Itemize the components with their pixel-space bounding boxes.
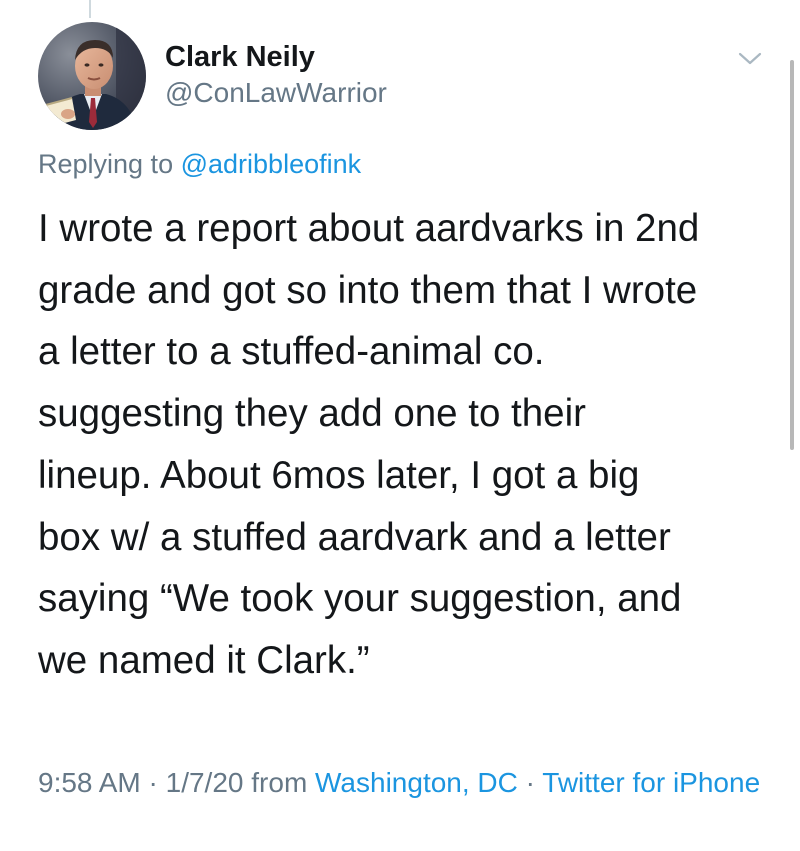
avatar-image: [38, 22, 146, 130]
tweet-text-line: a letter to a stuffed-animal co.: [38, 330, 545, 374]
reply-to-handle-link[interactable]: @adribbleofink: [181, 149, 362, 179]
thread-connector-line: [89, 0, 91, 18]
tweet-source-link[interactable]: Twitter for iPhone: [542, 767, 760, 798]
tweet-text-line: saying “We took your suggestion, and: [38, 577, 682, 621]
from-label: from: [243, 767, 316, 798]
tweet-text: I wrote a report about aardvarks in 2nd …: [38, 198, 778, 692]
tweet-date[interactable]: 1/7/20: [166, 767, 244, 798]
meta-separator: ·: [140, 767, 166, 798]
scrollbar[interactable]: [790, 60, 794, 450]
tweet-text-line: I wrote a report about aardvarks in 2nd: [38, 207, 700, 250]
tweet-text-line: we named it Clark.”: [38, 638, 370, 682]
display-name[interactable]: Clark Neily: [165, 40, 387, 74]
tweet-text-line: grade and got so into them that I wrote: [38, 268, 698, 312]
avatar[interactable]: [38, 22, 146, 130]
tweet-metadata: 9:58 AM · 1/7/20 from Washington, DC · T…: [38, 762, 778, 804]
tweet-text-line: lineup. About 6mos later, I got a big: [38, 453, 640, 497]
replying-to-label: Replying to: [38, 149, 174, 179]
tweet-author[interactable]: Clark Neily @ConLawWarrior: [165, 40, 387, 110]
meta-separator: ·: [517, 767, 543, 798]
chevron-down-icon[interactable]: [737, 50, 763, 68]
tweet-text-line: suggesting they add one to their: [38, 392, 586, 436]
user-handle[interactable]: @ConLawWarrior: [165, 76, 387, 110]
location-link[interactable]: Washington, DC: [315, 767, 518, 798]
replying-to-line: Replying to @adribbleofink: [38, 146, 361, 182]
tweet-time[interactable]: 9:58 AM: [38, 767, 141, 798]
tweet-text-line: box w/ a stuffed aardvark and a letter: [38, 515, 671, 559]
